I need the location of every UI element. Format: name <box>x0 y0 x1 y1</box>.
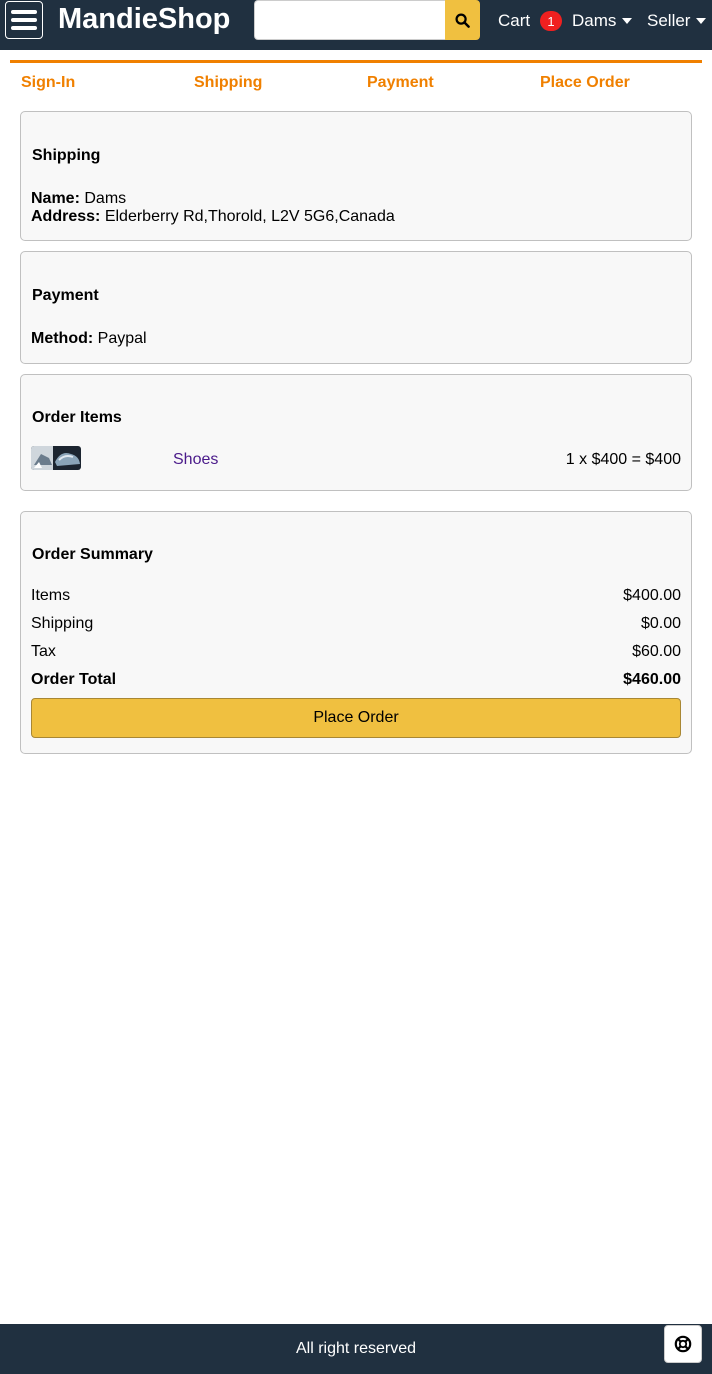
name-label: Name: <box>31 190 80 207</box>
name-value: Dams <box>84 190 127 207</box>
order-items-card: Order Items Shoes 1 x $400 = $400 <box>20 374 692 491</box>
summary-value: $400.00 <box>623 587 681 604</box>
step-sign-in: Sign-In <box>21 74 76 91</box>
menu-bar-icon <box>11 18 37 22</box>
product-link-shoes[interactable]: Shoes <box>173 451 218 469</box>
caret-down-icon <box>696 18 707 24</box>
summary-value: $0.00 <box>640 615 681 632</box>
payment-method-line: Method: Paypal <box>31 330 147 348</box>
search-icon <box>455 12 470 28</box>
place-order-button[interactable]: Place Order <box>31 698 681 738</box>
summary-label: Order Total <box>31 671 117 688</box>
cart-label: Cart <box>498 11 531 30</box>
seller-menu-dropdown[interactable]: Seller <box>647 11 707 31</box>
summary-label: Shipping <box>31 615 94 632</box>
step-shipping: Shipping <box>194 74 263 91</box>
brand-logo-link[interactable]: MandieShop <box>58 3 230 36</box>
summary-label: Tax <box>31 643 56 660</box>
payment-title: Payment <box>32 287 99 304</box>
address-value: Elderberry Rd,Thorold, L2V 5G6,Canada <box>104 208 395 225</box>
item-price-line: 1 x $400 = $400 <box>565 451 681 468</box>
summary-row-shipping: Shipping $0.00 <box>31 615 681 633</box>
step-payment: Payment <box>367 74 434 91</box>
search-input[interactable] <box>254 0 445 40</box>
order-summary-card: Order Summary Items $400.00 Shipping $0.… <box>20 511 692 754</box>
user-name-label: Dams <box>572 11 617 30</box>
menu-bar-icon <box>11 10 37 14</box>
cart-count-badge: 1 <box>540 11 562 31</box>
shipping-name-line: Name: Dams <box>31 190 126 208</box>
menu-bar-icon <box>11 26 37 30</box>
step-place-order: Place Order <box>540 74 630 91</box>
summary-row-tax: Tax $60.00 <box>31 643 681 661</box>
checkout-steps: Sign-In Shipping Payment Place Order <box>10 60 702 92</box>
cart-link[interactable]: Cart <box>498 11 530 31</box>
help-chat-button[interactable] <box>664 1325 702 1363</box>
order-items-title: Order Items <box>32 409 122 426</box>
payment-card: Payment Method: Paypal <box>20 251 692 364</box>
footer-text: All right reserved <box>295 1340 417 1357</box>
caret-down-icon <box>622 18 633 24</box>
shipping-title: Shipping <box>32 147 101 164</box>
shipping-address-line: Address: Elderberry Rd,Thorold, L2V 5G6,… <box>31 208 395 226</box>
address-label: Address: <box>31 208 101 225</box>
shoe-image-icon <box>31 446 81 470</box>
method-value: Paypal <box>97 330 147 347</box>
search-form <box>254 0 480 40</box>
order-summary-title: Order Summary <box>32 546 153 563</box>
summary-value: $60.00 <box>632 643 681 660</box>
shipping-card: Shipping Name: Dams Address: Elderberry … <box>20 111 692 241</box>
life-ring-icon <box>674 1335 692 1353</box>
search-button[interactable] <box>445 0 480 40</box>
summary-value: $460.00 <box>623 671 681 688</box>
footer: All right reserved <box>0 1324 712 1374</box>
summary-row-items: Items $400.00 <box>31 587 681 605</box>
seller-label: Seller <box>647 11 691 30</box>
method-label: Method: <box>31 330 94 347</box>
user-menu-dropdown[interactable]: Dams <box>572 11 633 31</box>
hamburger-menu-button[interactable] <box>5 1 43 39</box>
summary-row-total: Order Total $460.00 <box>31 671 681 689</box>
top-navbar: MandieShop Cart 1 Dams Seller <box>0 0 712 50</box>
summary-label: Items <box>31 587 71 604</box>
product-thumbnail <box>31 446 81 470</box>
